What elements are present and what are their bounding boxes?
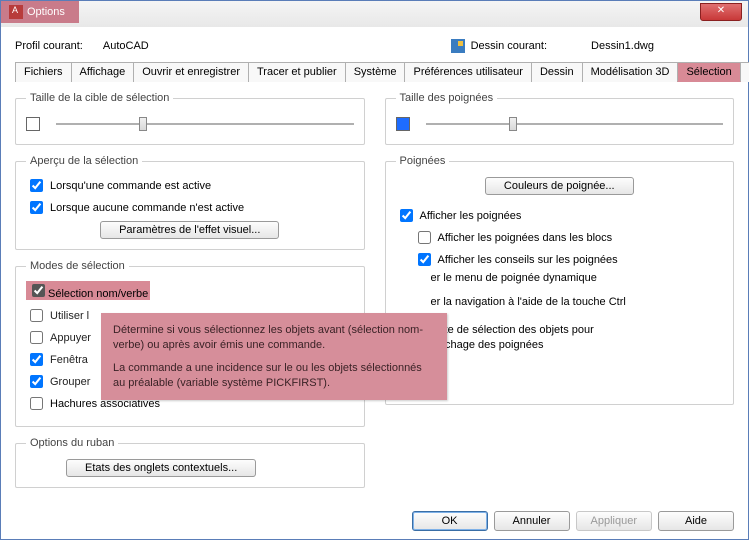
- tab-selection[interactable]: Sélection: [677, 62, 740, 82]
- grip-colors-button[interactable]: Couleurs de poignée...: [485, 177, 634, 195]
- pickbox-preview: [26, 117, 40, 131]
- panel-columns: Taille de la cible de sélection Aperçu d…: [15, 92, 734, 498]
- preview-cmd-active-checkbox[interactable]: [30, 179, 43, 192]
- preview-legend: Aperçu de la sélection: [26, 155, 142, 167]
- tooltip-p2: La commande a une incidence sur le ou le…: [113, 361, 435, 391]
- ok-button[interactable]: OK: [412, 511, 488, 531]
- gripsize-legend: Taille des poignées: [396, 92, 498, 104]
- noun-verb-label: Sélection nom/verbe: [48, 288, 148, 300]
- left-column: Taille de la cible de sélection Aperçu d…: [15, 92, 365, 498]
- object-group-label: Grouper: [50, 376, 90, 388]
- options-dialog: Options ✕ Profil courant: AutoCAD Dessin…: [0, 0, 749, 540]
- help-button[interactable]: Aide: [658, 511, 734, 531]
- object-group-checkbox[interactable]: [30, 375, 43, 388]
- dynamic-menu-label-partial: er le menu de poignée dynamique: [431, 272, 597, 284]
- preview-nocmd-checkbox[interactable]: [30, 201, 43, 214]
- noun-verb-tooltip: Détermine si vous sélectionnez les objet…: [101, 313, 447, 400]
- title-area: Options: [1, 1, 79, 23]
- profile-row: Profil courant: AutoCAD Dessin courant: …: [15, 39, 734, 53]
- grips-blocks-checkbox[interactable]: [418, 231, 431, 244]
- content-area: Profil courant: AutoCAD Dessin courant: …: [1, 27, 748, 504]
- tab-preferences[interactable]: Préférences utilisateur: [404, 62, 531, 82]
- tooltip-p1: Détermine si vous sélectionnez les objet…: [113, 323, 435, 353]
- ribbon-group: Options du ruban Etats des onglets conte…: [15, 437, 365, 488]
- grip-tips-label: Afficher les conseils sur les poignées: [438, 254, 618, 266]
- titlebar: Options ✕: [1, 1, 748, 27]
- close-button[interactable]: ✕: [700, 3, 742, 21]
- current-profile-label: Profil courant:: [15, 40, 83, 52]
- cancel-button[interactable]: Annuler: [494, 511, 570, 531]
- shift-add-checkbox[interactable]: [30, 309, 43, 322]
- dialog-footer: OK Annuler Appliquer Aide: [412, 511, 734, 531]
- ctrl-cycle-label-partial: er la navigation à l'aide de la touche C…: [431, 296, 626, 308]
- apply-button[interactable]: Appliquer: [576, 511, 652, 531]
- current-drawing-label: Dessin courant:: [471, 40, 547, 52]
- window-title: Options: [27, 6, 65, 18]
- show-grips-label: Afficher les poignées: [420, 210, 522, 222]
- tabs: Fichiers Affichage Ouvrir et enregistrer…: [15, 61, 734, 82]
- right-column: Taille des poignées Poignées Couleurs de…: [385, 92, 735, 498]
- tab-ouvrir[interactable]: Ouvrir et enregistrer: [133, 62, 249, 82]
- preview-nocmd-label: Lorsque aucune commande n'est active: [50, 202, 244, 214]
- modes-legend: Modes de sélection: [26, 260, 129, 272]
- ribbon-legend: Options du ruban: [26, 437, 118, 449]
- noun-verb-row: Sélection nom/verbe: [26, 281, 150, 300]
- implied-window-checkbox[interactable]: [30, 353, 43, 366]
- tab-fichiers[interactable]: Fichiers: [15, 62, 72, 82]
- grip-tips-checkbox[interactable]: [418, 253, 431, 266]
- gripsize-group: Taille des poignées: [385, 92, 735, 145]
- press-drag-label: Appuyer: [50, 332, 91, 344]
- current-drawing-value: Dessin1.dwg: [591, 40, 654, 52]
- contextual-tabs-button[interactable]: Etats des onglets contextuels...: [66, 459, 256, 477]
- pickbox-group: Taille de la cible de sélection: [15, 92, 365, 145]
- preview-cmd-active-label: Lorsqu'une commande est active: [50, 180, 211, 192]
- current-profile-value: AutoCAD: [103, 40, 149, 52]
- preview-group: Aperçu de la sélection Lorsqu'une comman…: [15, 155, 365, 250]
- tab-3d[interactable]: Modélisation 3D: [582, 62, 679, 82]
- grip-limit-label-2: affichage des poignées: [431, 339, 544, 351]
- show-grips-checkbox[interactable]: [400, 209, 413, 222]
- gripsize-slider[interactable]: [426, 114, 724, 134]
- noun-verb-checkbox[interactable]: [32, 284, 45, 297]
- grips-blocks-label: Afficher les poignées dans les blocs: [438, 232, 613, 244]
- shift-add-label: Utiliser l: [50, 310, 89, 322]
- tab-profils[interactable]: Profils: [740, 62, 749, 82]
- press-drag-checkbox[interactable]: [30, 331, 43, 344]
- drawing-icon: [451, 39, 465, 53]
- grip-limit-label-1: imite de sélection des objets pour: [431, 324, 594, 336]
- assoc-hatch-checkbox[interactable]: [30, 397, 43, 410]
- tab-systeme[interactable]: Système: [345, 62, 406, 82]
- tab-affichage[interactable]: Affichage: [71, 62, 135, 82]
- pickbox-slider[interactable]: [56, 114, 354, 134]
- gripsize-preview: [396, 117, 410, 131]
- tab-dessin[interactable]: Dessin: [531, 62, 583, 82]
- tab-tracer[interactable]: Tracer et publier: [248, 62, 346, 82]
- implied-window-label: Fenêtra: [50, 354, 88, 366]
- pickbox-legend: Taille de la cible de sélection: [26, 92, 173, 104]
- grips-legend: Poignées: [396, 155, 450, 167]
- app-icon: [9, 5, 23, 19]
- visual-effect-button[interactable]: Paramètres de l'effet visuel...: [100, 221, 279, 239]
